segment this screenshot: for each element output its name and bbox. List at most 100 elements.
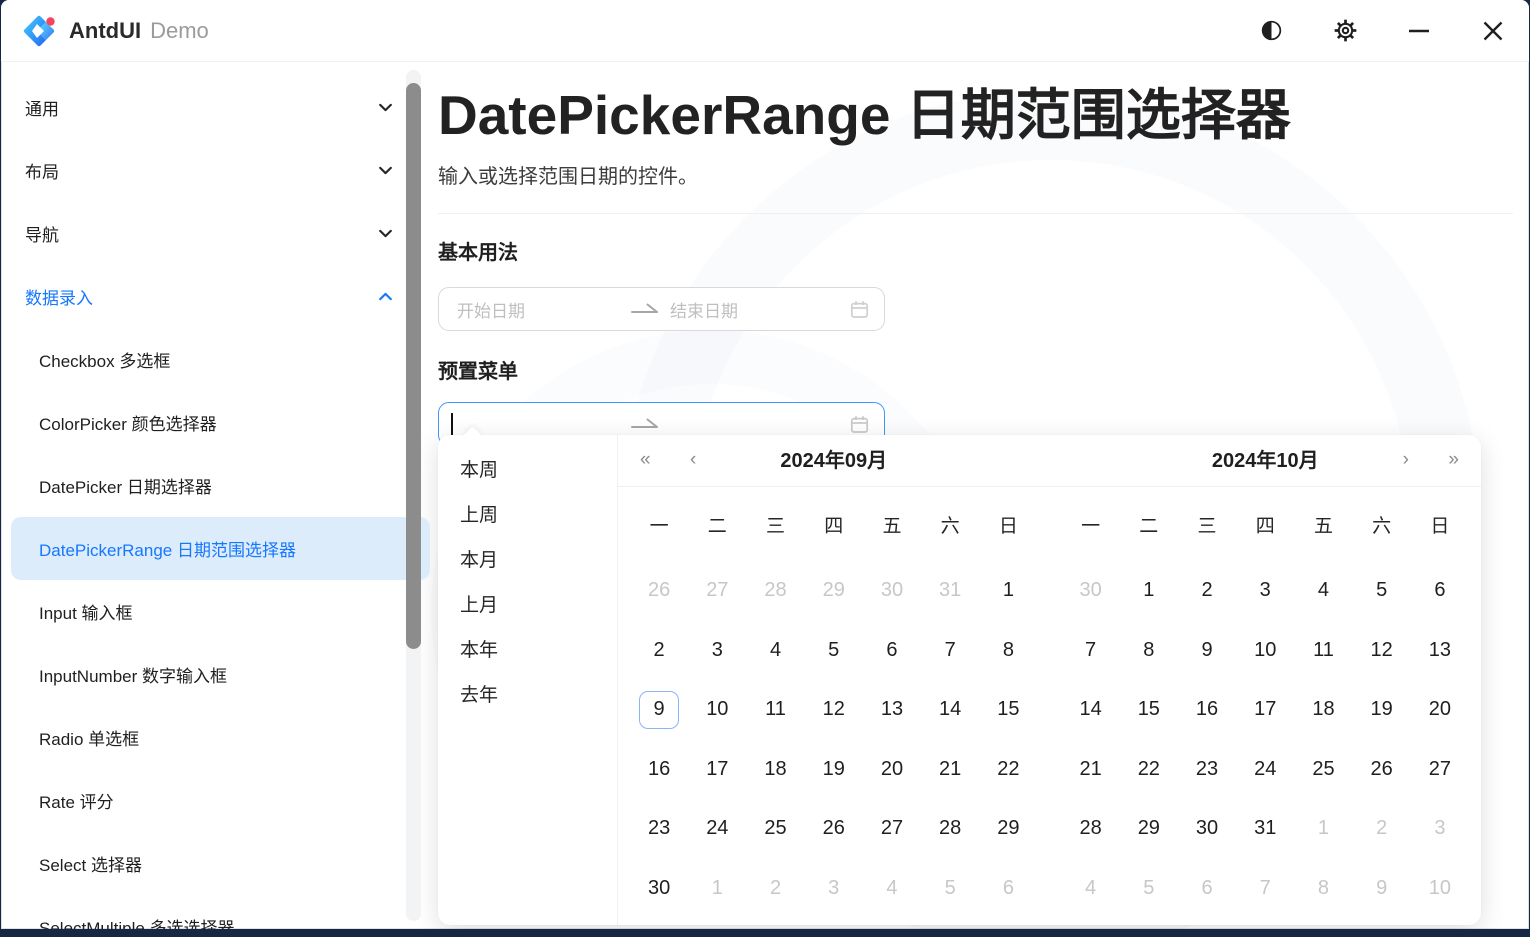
date-cell[interactable]: 30 <box>1069 571 1113 611</box>
date-cell[interactable]: 10 <box>695 690 739 730</box>
sidebar-item-checkbox[interactable]: Checkbox 多选框 <box>11 328 430 391</box>
preset-item-1[interactable]: 上周 <box>438 493 617 538</box>
sidebar-item-select[interactable]: Select 选择器 <box>11 832 430 895</box>
date-cell[interactable]: 4 <box>870 868 914 908</box>
date-cell[interactable]: 16 <box>1185 690 1229 730</box>
date-cell[interactable]: 29 <box>986 809 1030 849</box>
date-cell[interactable]: 27 <box>695 571 739 611</box>
date-cell[interactable]: 2 <box>1185 571 1229 611</box>
sidebar-item-radio[interactable]: Radio 单选框 <box>11 706 430 769</box>
date-cell[interactable]: 26 <box>812 809 856 849</box>
date-cell[interactable]: 6 <box>870 630 914 670</box>
date-cell[interactable]: 11 <box>1301 630 1345 670</box>
date-cell[interactable]: 11 <box>754 690 798 730</box>
date-cell[interactable]: 28 <box>928 809 972 849</box>
date-cell[interactable]: 5 <box>1127 868 1171 908</box>
date-cell[interactable]: 7 <box>928 630 972 670</box>
date-cell[interactable]: 26 <box>637 571 681 611</box>
date-cell[interactable]: 24 <box>695 809 739 849</box>
date-cell[interactable]: 3 <box>1418 809 1462 849</box>
date-cell[interactable]: 3 <box>1243 571 1287 611</box>
date-cell[interactable]: 21 <box>1069 749 1113 789</box>
date-cell[interactable]: 6 <box>986 868 1030 908</box>
date-cell[interactable]: 17 <box>1243 690 1287 730</box>
date-cell[interactable]: 3 <box>812 868 856 908</box>
date-cell[interactable]: 8 <box>1127 630 1171 670</box>
sidebar-item-datepickerrange[interactable]: DatePickerRange 日期范围选择器 <box>11 517 430 580</box>
date-cell[interactable]: 8 <box>986 630 1030 670</box>
date-cell[interactable]: 3 <box>695 630 739 670</box>
date-cell[interactable]: 5 <box>1360 571 1404 611</box>
sidebar-item-inputnumber[interactable]: InputNumber 数字输入框 <box>11 643 430 706</box>
date-cell[interactable]: 24 <box>1243 749 1287 789</box>
date-cell[interactable]: 23 <box>1185 749 1229 789</box>
date-cell[interactable]: 13 <box>870 690 914 730</box>
date-cell[interactable]: 16 <box>637 749 681 789</box>
minimize-button[interactable] <box>1405 17 1433 45</box>
preset-item-0[interactable]: 本周 <box>438 448 617 493</box>
date-cell[interactable]: 31 <box>1243 809 1287 849</box>
sidebar-group--[interactable]: 数据录入 <box>11 265 430 328</box>
next-year-button[interactable]: » <box>1444 435 1463 485</box>
date-cell[interactable]: 6 <box>1418 571 1462 611</box>
date-cell[interactable]: 27 <box>870 809 914 849</box>
date-cell[interactable]: 30 <box>870 571 914 611</box>
date-cell[interactable]: 19 <box>1360 690 1404 730</box>
date-cell[interactable]: 2 <box>637 630 681 670</box>
date-cell[interactable]: 9 <box>1360 868 1404 908</box>
sidebar-item-input[interactable]: Input 输入框 <box>11 580 430 643</box>
date-cell[interactable]: 14 <box>1069 690 1113 730</box>
date-cell[interactable]: 28 <box>754 571 798 611</box>
date-cell[interactable]: 12 <box>1360 630 1404 670</box>
date-cell[interactable]: 30 <box>637 868 681 908</box>
date-cell[interactable]: 15 <box>986 690 1030 730</box>
date-cell[interactable]: 1 <box>1127 571 1171 611</box>
date-cell[interactable]: 28 <box>1069 809 1113 849</box>
date-cell[interactable]: 15 <box>1127 690 1171 730</box>
close-button[interactable] <box>1479 17 1507 45</box>
date-cell[interactable]: 26 <box>1360 749 1404 789</box>
next-month-button[interactable]: › <box>1399 435 1413 485</box>
date-cell[interactable]: 1 <box>695 868 739 908</box>
date-cell[interactable]: 10 <box>1418 868 1462 908</box>
date-cell[interactable]: 14 <box>928 690 972 730</box>
date-cell[interactable]: 5 <box>812 630 856 670</box>
preset-item-2[interactable]: 本月 <box>438 538 617 583</box>
date-cell[interactable]: 4 <box>754 630 798 670</box>
date-cell[interactable]: 29 <box>812 571 856 611</box>
date-cell[interactable]: 18 <box>754 749 798 789</box>
sidebar-item-rate[interactable]: Rate 评分 <box>11 769 430 832</box>
date-cell[interactable]: 12 <box>812 690 856 730</box>
preset-item-4[interactable]: 本年 <box>438 628 617 673</box>
sidebar-item-colorpicker[interactable]: ColorPicker 颜色选择器 <box>11 391 430 454</box>
date-cell[interactable]: 29 <box>1127 809 1171 849</box>
date-cell[interactable]: 18 <box>1301 690 1345 730</box>
settings-button[interactable] <box>1331 17 1359 45</box>
preset-item-3[interactable]: 上月 <box>438 583 617 628</box>
date-cell[interactable]: 7 <box>1243 868 1287 908</box>
date-cell-today[interactable]: 9 <box>639 691 679 729</box>
date-cell[interactable]: 4 <box>1301 571 1345 611</box>
date-cell[interactable]: 27 <box>1418 749 1462 789</box>
sidebar-group--[interactable]: 导航 <box>11 202 430 265</box>
sidebar-scrollbar-thumb[interactable] <box>406 83 421 649</box>
preset-item-5[interactable]: 去年 <box>438 673 617 718</box>
date-cell[interactable]: 6 <box>1185 868 1229 908</box>
date-cell[interactable]: 1 <box>986 571 1030 611</box>
date-cell[interactable]: 10 <box>1243 630 1287 670</box>
date-cell[interactable]: 5 <box>928 868 972 908</box>
date-cell[interactable]: 31 <box>928 571 972 611</box>
date-cell[interactable]: 19 <box>812 749 856 789</box>
date-cell[interactable]: 13 <box>1418 630 1462 670</box>
sidebar-item-datepicker[interactable]: DatePicker 日期选择器 <box>11 454 430 517</box>
theme-toggle-button[interactable] <box>1257 17 1285 45</box>
date-cell[interactable]: 23 <box>637 809 681 849</box>
date-cell[interactable]: 22 <box>1127 749 1171 789</box>
date-cell[interactable]: 1 <box>1301 809 1345 849</box>
date-range-input-basic[interactable]: 开始日期 结束日期 <box>438 287 885 331</box>
date-cell[interactable]: 8 <box>1301 868 1345 908</box>
date-cell[interactable]: 7 <box>1069 630 1113 670</box>
date-cell[interactable]: 25 <box>754 809 798 849</box>
date-cell[interactable]: 22 <box>986 749 1030 789</box>
date-cell[interactable]: 20 <box>1418 690 1462 730</box>
